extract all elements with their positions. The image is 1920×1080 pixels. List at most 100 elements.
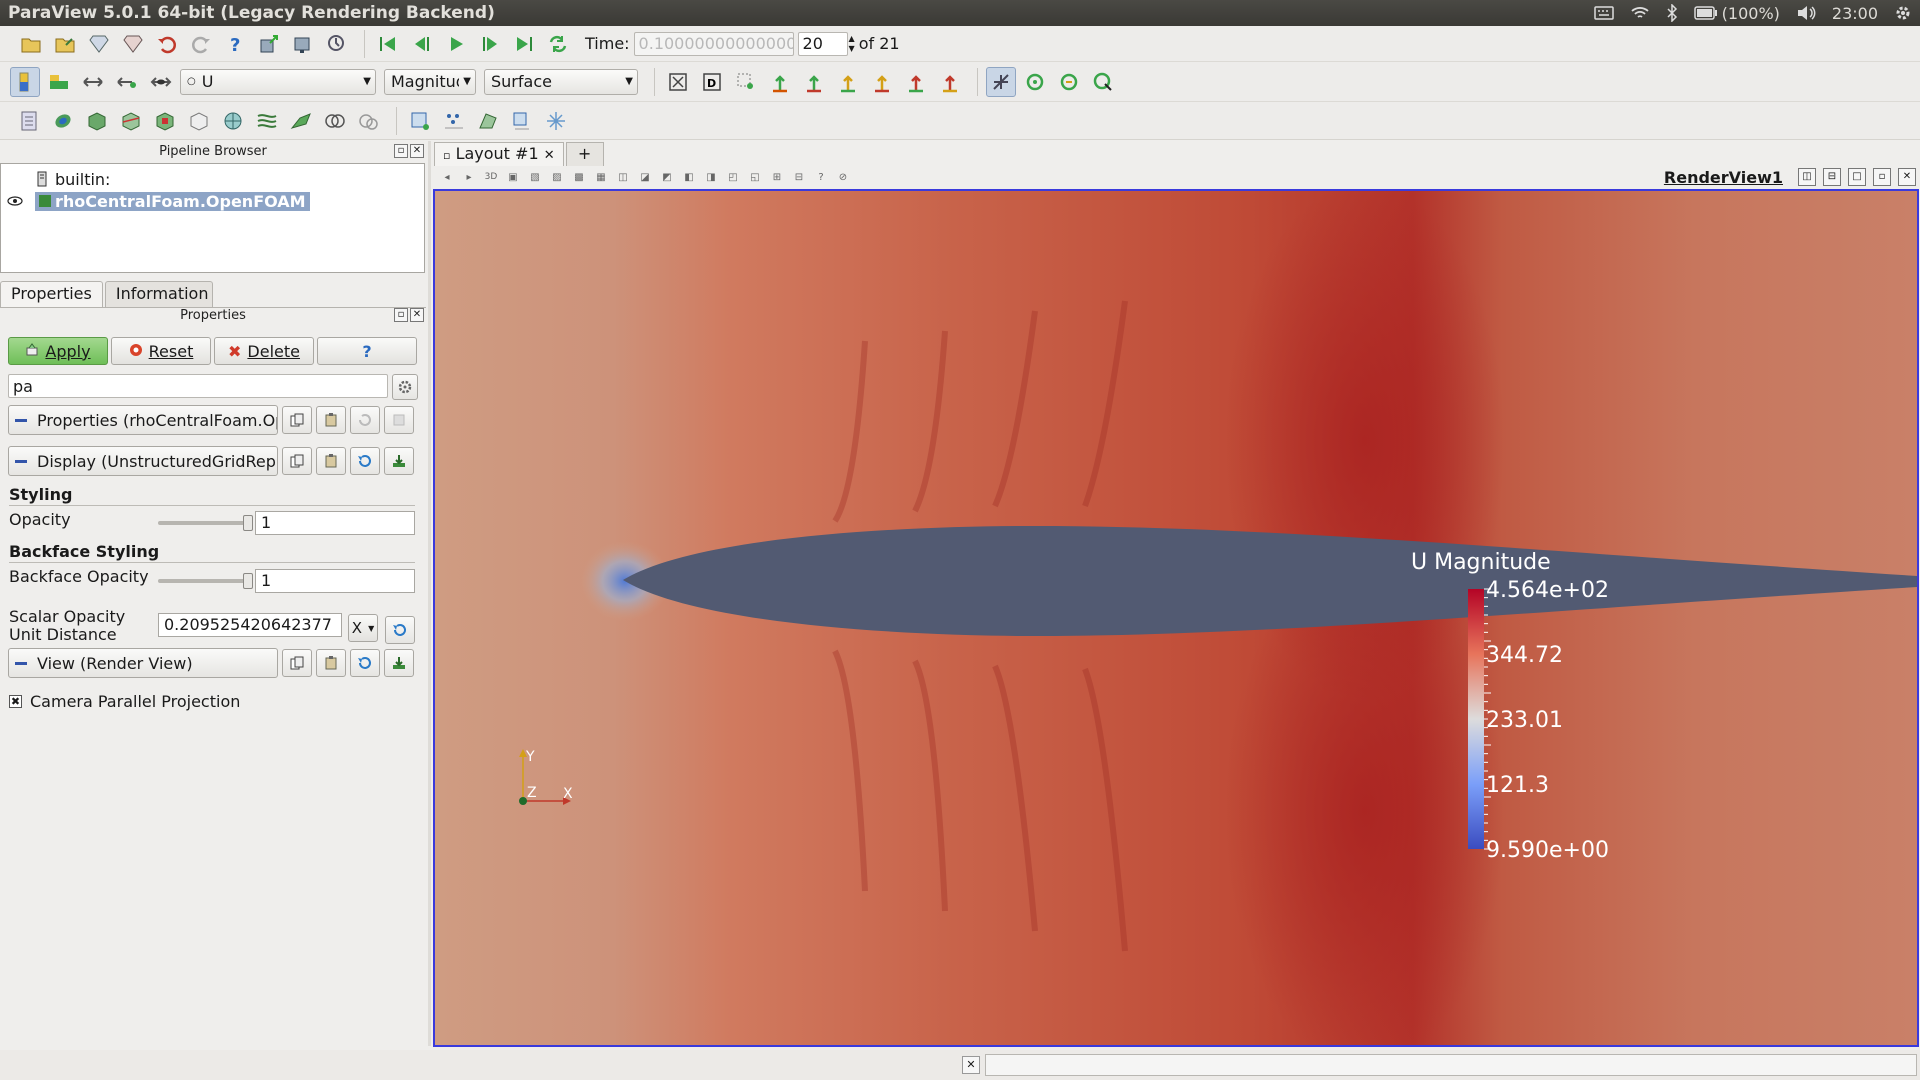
hover-cells-icon[interactable]: ◰ (724, 169, 742, 185)
paste-icon[interactable] (316, 649, 346, 677)
paste-icon[interactable] (316, 447, 346, 475)
view-plus-y-icon[interactable] (833, 67, 863, 97)
capture-screenshot-icon[interactable]: ▣ (504, 169, 522, 185)
camera-undo-icon[interactable]: ◂ (438, 169, 456, 185)
select-block-icon[interactable] (507, 106, 537, 136)
bluetooth-icon[interactable] (1666, 4, 1678, 22)
render-canvas[interactable]: Y X Z U Magnitude 4.564e+02 344.72 233.0… (435, 191, 1917, 1045)
restore-defaults-icon[interactable] (350, 447, 380, 475)
grow-selection-icon[interactable]: ⊞ (768, 169, 786, 185)
select-cells-icon[interactable] (405, 106, 435, 136)
query-icon[interactable]: ? (812, 169, 830, 185)
select-points-through-icon[interactable]: ▦ (592, 169, 610, 185)
undo-icon[interactable] (152, 29, 182, 59)
select-cells-on-icon[interactable]: ▧ (526, 169, 544, 185)
camera-redo-icon[interactable]: ▸ (460, 169, 478, 185)
apply-button[interactable]: Apply (8, 337, 108, 365)
help-icon[interactable]: ? (220, 29, 250, 59)
time-value-field[interactable]: 0.100000000000000 (633, 31, 794, 56)
volume-icon[interactable] (1796, 5, 1816, 21)
select-polygon-points-icon[interactable]: ◪ (636, 169, 654, 185)
panel-splitter[interactable] (428, 141, 431, 1046)
view-minus-y-icon[interactable] (867, 67, 897, 97)
restore-defaults-icon[interactable] (350, 406, 380, 434)
abort-icon[interactable]: ✕ (962, 1056, 980, 1074)
copy-icon[interactable] (282, 447, 312, 475)
toggle-color-legend-icon[interactable] (10, 66, 40, 97)
open-file-icon[interactable] (16, 29, 46, 59)
select-points-icon[interactable] (439, 106, 469, 136)
close-tab-icon[interactable]: ✕ (544, 148, 555, 163)
opacity-input[interactable]: 1 (255, 511, 415, 535)
select-cells-through-icon[interactable]: ▩ (570, 169, 588, 185)
render-view-name[interactable]: RenderView1 (1664, 168, 1783, 187)
battery-indicator[interactable]: (100%) (1693, 4, 1780, 23)
tab-information[interactable]: Information (104, 281, 213, 307)
rotate-90-cw-icon[interactable] (1020, 67, 1050, 97)
save-defaults-icon[interactable] (384, 649, 414, 677)
float-panel-icon[interactable]: ▫ (394, 144, 408, 158)
time-index-field[interactable]: 20 (797, 31, 848, 56)
tab-properties[interactable]: Properties (0, 281, 103, 307)
backface-opacity-slider[interactable] (158, 573, 253, 589)
opacity-slider[interactable] (158, 515, 253, 531)
copy-icon[interactable] (282, 406, 312, 434)
glyph-icon[interactable] (218, 106, 248, 136)
settings-gear-icon[interactable] (1894, 4, 1912, 22)
calculator-icon[interactable] (14, 106, 44, 136)
help-button[interactable]: ? (317, 337, 417, 365)
color-array-select[interactable]: ○ U ▼ (180, 68, 376, 95)
properties-section-toggle[interactable]: Properties (rhoCentralFoam.OpenFOAM) (8, 405, 278, 435)
threshold-icon[interactable] (150, 106, 180, 136)
select-polygon-cells-icon[interactable]: ◫ (614, 169, 632, 185)
close-panel-icon[interactable]: ✕ (410, 144, 424, 158)
float-panel-icon[interactable]: ▫ (394, 308, 408, 322)
rescale-custom-icon[interactable] (112, 67, 142, 97)
view-plus-z-icon[interactable] (901, 67, 931, 97)
rescale-range-icon[interactable] (78, 67, 108, 97)
interactive-select-icon[interactable] (541, 106, 571, 136)
group-datasets-icon[interactable] (320, 106, 350, 136)
save-defaults-icon[interactable] (384, 406, 414, 434)
extract-level-icon[interactable] (354, 106, 384, 136)
pipeline-item-rhocentralfoam[interactable]: rhoCentralFoam.OpenFOAM (1, 190, 424, 212)
scalar-opacity-distance-input[interactable]: 0.209525420642377 (158, 613, 342, 637)
reset-distance-icon[interactable] (385, 616, 415, 644)
save-state-icon[interactable] (118, 29, 148, 59)
representation-select[interactable]: Surface ▼ (484, 68, 638, 95)
stream-tracer-icon[interactable] (252, 106, 282, 136)
clip-icon[interactable] (82, 106, 112, 136)
clear-selection-icon[interactable]: ⊘ (834, 169, 852, 185)
edit-color-map-icon[interactable] (44, 67, 74, 97)
delete-button[interactable]: ✖ Delete (214, 337, 314, 365)
clock[interactable]: 23:00 (1832, 4, 1878, 23)
properties-search-input[interactable]: pa (8, 374, 388, 398)
opacity-slider-handle[interactable] (243, 515, 253, 531)
close-panel-icon[interactable]: ✕ (410, 308, 424, 322)
recent-files-icon[interactable] (50, 29, 80, 59)
pipeline-browser[interactable]: builtin: rhoCentralFoam.OpenFOAM (0, 163, 425, 273)
select-blocks-icon[interactable]: ◩ (658, 169, 676, 185)
play-icon[interactable] (441, 29, 471, 59)
next-frame-icon[interactable] (475, 29, 505, 59)
select-frustum-icon[interactable] (473, 106, 503, 136)
close-view-icon[interactable]: ✕ (1898, 168, 1916, 186)
display-section-toggle[interactable]: Display (UnstructuredGridRepresentation) (8, 446, 278, 476)
color-component-select[interactable]: Magnitud ▼ (384, 68, 476, 95)
time-index-stepper[interactable]: ▲ ▼ (849, 34, 855, 54)
paste-icon[interactable] (316, 406, 346, 434)
load-state-icon[interactable] (84, 29, 114, 59)
redo-icon[interactable] (186, 29, 216, 59)
zoom-to-box-icon[interactable] (731, 67, 761, 97)
shrink-selection-icon[interactable]: ⊟ (790, 169, 808, 185)
restore-defaults-icon[interactable] (350, 649, 380, 677)
copy-icon[interactable] (282, 649, 312, 677)
macro-icon[interactable] (322, 29, 352, 59)
hover-points-icon[interactable]: ◱ (746, 169, 764, 185)
previous-frame-icon[interactable] (407, 29, 437, 59)
toggle-3d-icon[interactable]: 3D (482, 169, 500, 185)
select-points-on-icon[interactable]: ▨ (548, 169, 566, 185)
render-view[interactable]: Y X Z U Magnitude 4.564e+02 344.72 233.0… (433, 189, 1919, 1047)
add-layout-tab-button[interactable]: + (565, 142, 604, 166)
reset-button[interactable]: Reset (111, 337, 211, 365)
